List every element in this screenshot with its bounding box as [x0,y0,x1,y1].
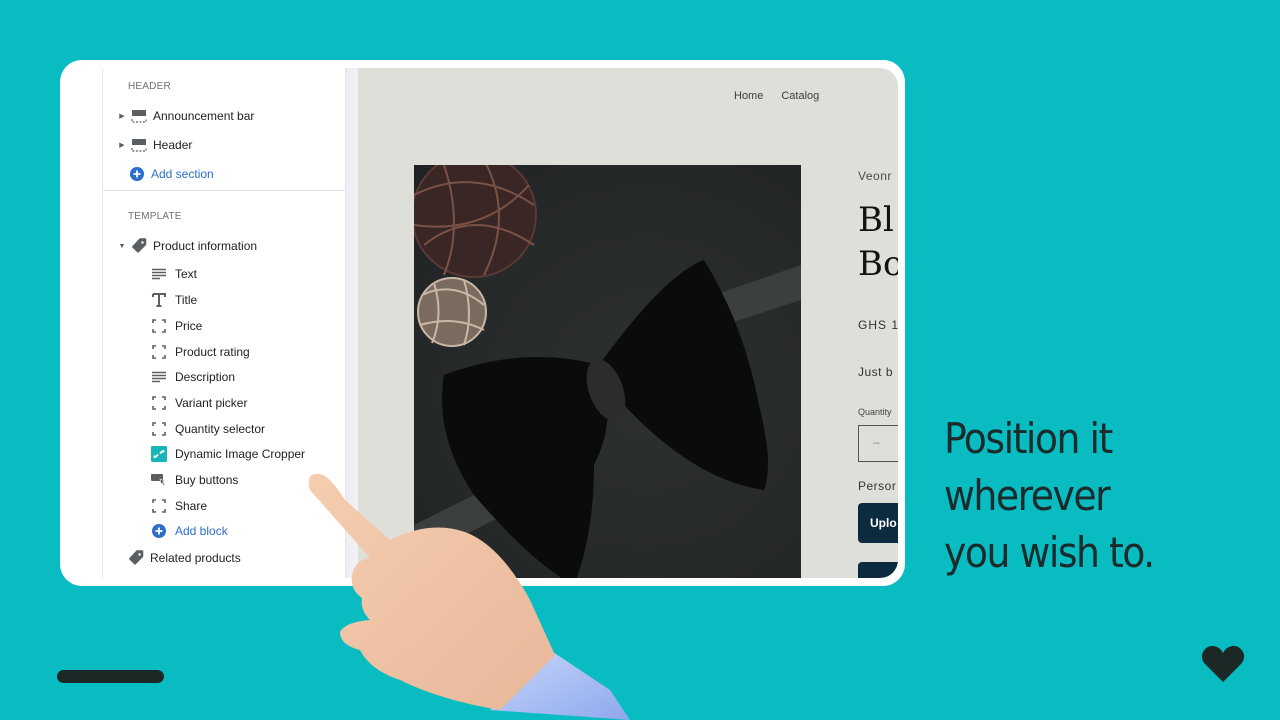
block-label: Variant picker [175,396,248,410]
quantity-minus-button[interactable]: – [873,435,880,449]
nav-link-home[interactable]: Home [734,90,763,102]
product-title-line: Bo [858,244,898,284]
block-label: Text [175,267,198,281]
product-description: Just b [858,365,894,379]
caret-right-icon[interactable]: ▶ [117,141,127,149]
headline-line: you wish to. [944,528,1155,577]
add-section-button[interactable]: Add section [129,163,214,185]
block-label: Product rating [175,345,250,359]
buy-button-icon [151,472,167,488]
headline-line: Position it [944,414,1113,463]
product-title: Bl Bo [858,198,898,286]
section-item-product-information[interactable]: ▼ Product information [103,235,257,257]
dashed-frame-icon [151,318,167,334]
headline-line: wherever [944,471,1111,520]
add-section-label: Add section [151,167,214,181]
text-lines-icon [151,369,167,385]
store-nav: Home Catalog [734,90,819,102]
personalize-label: Persor [858,479,897,493]
block-item-share[interactable]: Share [151,495,207,517]
caret-right-icon[interactable]: ▶ [117,112,127,120]
block-label: Share [175,499,208,513]
dashed-frame-icon [151,344,167,360]
block-item-product-rating[interactable]: Product rating [151,341,250,363]
section-item-announcement-bar[interactable]: ▶ Announcement bar [103,105,254,127]
product-title-line: Bl [858,200,894,240]
block-label: Buy buttons [175,473,239,487]
block-item-dynamic-image-cropper[interactable]: Dynamic Image Cropper [151,443,305,465]
section-divider [103,190,345,191]
block-item-text[interactable]: Text [151,263,197,285]
product-price: GHS 1 [858,318,898,332]
plus-circle-icon [151,523,167,539]
block-item-variant-picker[interactable]: Variant picker [151,392,247,414]
block-item-price[interactable]: Price [151,315,202,337]
app-cropper-icon [151,446,167,462]
decorative-bar [57,670,164,683]
caret-down-icon[interactable]: ▼ [117,243,127,250]
section-title-template: TEMPLATE [128,211,182,222]
block-item-buy-buttons[interactable]: Buy buttons [151,469,238,491]
plus-circle-icon [129,166,145,182]
pointing-hand-illustration [308,473,630,720]
product-vendor: Veonr [858,169,892,183]
quantity-label: Quantity [858,407,892,417]
block-label: Quantity selector [175,422,266,436]
section-label: Related products [150,551,241,565]
tag-icon [128,550,144,566]
section-item-header[interactable]: ▶ Header [103,134,192,156]
left-gutter [60,68,103,578]
upload-button[interactable]: Uplo [858,503,898,543]
section-label: Header [153,138,193,152]
dashed-frame-icon [151,498,167,514]
heart-icon [1201,645,1245,682]
add-block-label: Add block [175,524,228,538]
section-title-header: HEADER [128,81,171,92]
section-label: Product information [153,239,258,253]
nav-link-catalog[interactable]: Catalog [781,90,819,102]
block-item-title[interactable]: Title [151,289,197,311]
add-block-button[interactable]: Add block [151,520,228,542]
wicker-ball-small [417,277,487,347]
block-label: Title [175,293,198,307]
section-label: Announcement bar [153,109,255,123]
headline: Position it wherever you wish to. [944,410,1155,581]
dashed-frame-icon [151,395,167,411]
wicker-ball-large [414,165,537,278]
dashed-frame-icon [151,421,167,437]
block-label: Dynamic Image Cropper [175,447,306,461]
tag-icon [131,238,147,254]
block-item-quantity-selector[interactable]: Quantity selector [151,418,265,440]
text-lines-icon [151,266,167,282]
layout-section-icon [131,137,147,153]
block-label: Description [175,370,236,384]
secondary-button[interactable] [858,562,898,578]
quantity-stepper[interactable]: – [858,425,898,462]
layout-section-icon [131,108,147,124]
block-label: Price [175,319,203,333]
section-item-related-products[interactable]: Related products [128,547,241,569]
title-t-icon [151,292,167,308]
block-item-description[interactable]: Description [151,366,235,388]
